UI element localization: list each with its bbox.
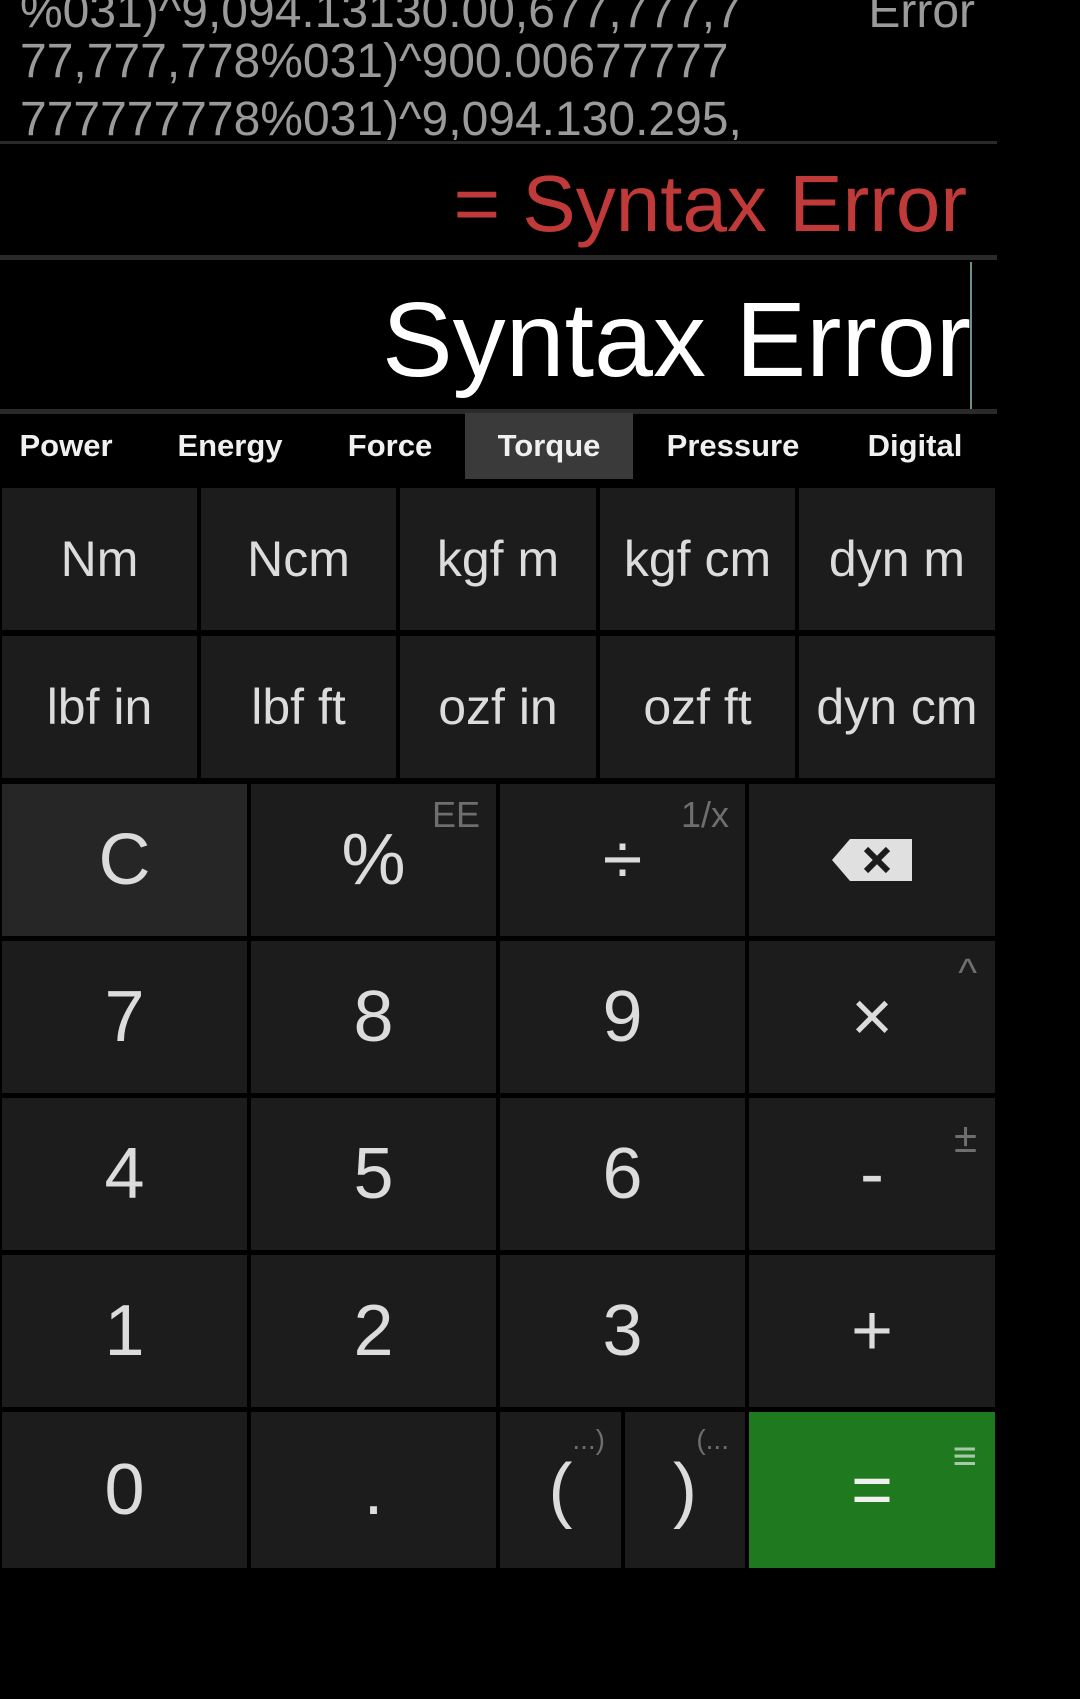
backspace-button[interactable] bbox=[749, 784, 995, 936]
plus-button[interactable]: + bbox=[749, 1255, 995, 1407]
percent-label: % bbox=[341, 820, 406, 900]
expression-display[interactable]: Syntax Error bbox=[382, 278, 971, 402]
history-line: 777777778%031)^9,094.130.295, bbox=[20, 93, 742, 140]
equals-button[interactable]: = ≡ bbox=[749, 1412, 995, 1568]
plus-minus-label: ± bbox=[953, 1114, 977, 1161]
backspace-icon bbox=[832, 839, 912, 881]
history-error: Error bbox=[868, 0, 975, 38]
unit-ozf-in-button[interactable]: ozf in bbox=[400, 636, 596, 778]
divide-button[interactable]: ÷ 1/x bbox=[500, 784, 745, 936]
unit-lbf-in-button[interactable]: lbf in bbox=[2, 636, 197, 778]
unit-ncm-button[interactable]: Ncm bbox=[201, 488, 396, 630]
divider bbox=[0, 141, 997, 144]
text-cursor bbox=[970, 262, 972, 410]
unit-kgf-m-button[interactable]: kgf m bbox=[400, 488, 596, 630]
unit-dyn-cm-button[interactable]: dyn cm bbox=[799, 636, 995, 778]
history-line: 77,777,778%031)^900.00677777 bbox=[20, 35, 729, 88]
digit-4-button[interactable]: 4 bbox=[2, 1098, 247, 1250]
unit-dyn-m-button[interactable]: dyn m bbox=[799, 488, 995, 630]
digit-7-button[interactable]: 7 bbox=[2, 941, 247, 1093]
unit-nm-button[interactable]: Nm bbox=[2, 488, 197, 630]
ee-label: EE bbox=[431, 794, 480, 835]
unit-lbf-ft-button[interactable]: lbf ft bbox=[201, 636, 396, 778]
tab-pressure[interactable]: Pressure bbox=[643, 413, 823, 479]
divide-label: ÷ bbox=[602, 820, 643, 900]
unit-category-tabs: Power Energy Force Torque Pressure Digit… bbox=[0, 413, 997, 481]
divider bbox=[0, 255, 997, 260]
tab-torque[interactable]: Torque bbox=[465, 413, 633, 479]
equals-label: = bbox=[850, 1450, 894, 1530]
digit-2-button[interactable]: 2 bbox=[251, 1255, 496, 1407]
minus-button[interactable]: - ± bbox=[749, 1098, 995, 1250]
close-paren-button[interactable]: ) (... bbox=[625, 1412, 745, 1568]
minus-label: - bbox=[860, 1134, 884, 1214]
open-paren-label: ( bbox=[548, 1450, 573, 1530]
digit-3-button[interactable]: 3 bbox=[500, 1255, 745, 1407]
decimal-point-button[interactable]: . bbox=[251, 1412, 496, 1568]
reciprocal-label: 1/x bbox=[680, 794, 729, 835]
digit-6-button[interactable]: 6 bbox=[500, 1098, 745, 1250]
digit-5-button[interactable]: 5 bbox=[251, 1098, 496, 1250]
tab-energy[interactable]: Energy bbox=[150, 413, 310, 479]
digit-0-button[interactable]: 0 bbox=[2, 1412, 247, 1568]
unit-kgf-cm-button[interactable]: kgf cm bbox=[600, 488, 795, 630]
digit-1-button[interactable]: 1 bbox=[2, 1255, 247, 1407]
tab-force[interactable]: Force bbox=[320, 413, 460, 479]
close-paren-label: ) bbox=[673, 1450, 697, 1530]
digit-8-button[interactable]: 8 bbox=[251, 941, 496, 1093]
tab-power[interactable]: Power bbox=[0, 413, 132, 479]
percent-button[interactable]: % EE bbox=[251, 784, 496, 936]
digit-9-button[interactable]: 9 bbox=[500, 941, 745, 1093]
clear-button[interactable]: C bbox=[2, 784, 247, 936]
tab-digital[interactable]: Digital bbox=[840, 413, 990, 479]
open-paren-hint: ...) bbox=[572, 1424, 605, 1455]
menu-icon: ≡ bbox=[952, 1432, 977, 1479]
history-panel[interactable]: %031)^9,094.13130.00,677,777,7 77,777,77… bbox=[0, 0, 997, 140]
multiply-button[interactable]: × ^ bbox=[749, 941, 995, 1093]
power-label: ^ bbox=[958, 951, 977, 995]
multiply-label: × bbox=[850, 977, 894, 1057]
close-paren-hint: (... bbox=[696, 1424, 729, 1455]
result-text: = Syntax Error bbox=[453, 159, 967, 248]
unit-ozf-ft-button[interactable]: ozf ft bbox=[600, 636, 795, 778]
open-paren-button[interactable]: ( ...) bbox=[500, 1412, 621, 1568]
